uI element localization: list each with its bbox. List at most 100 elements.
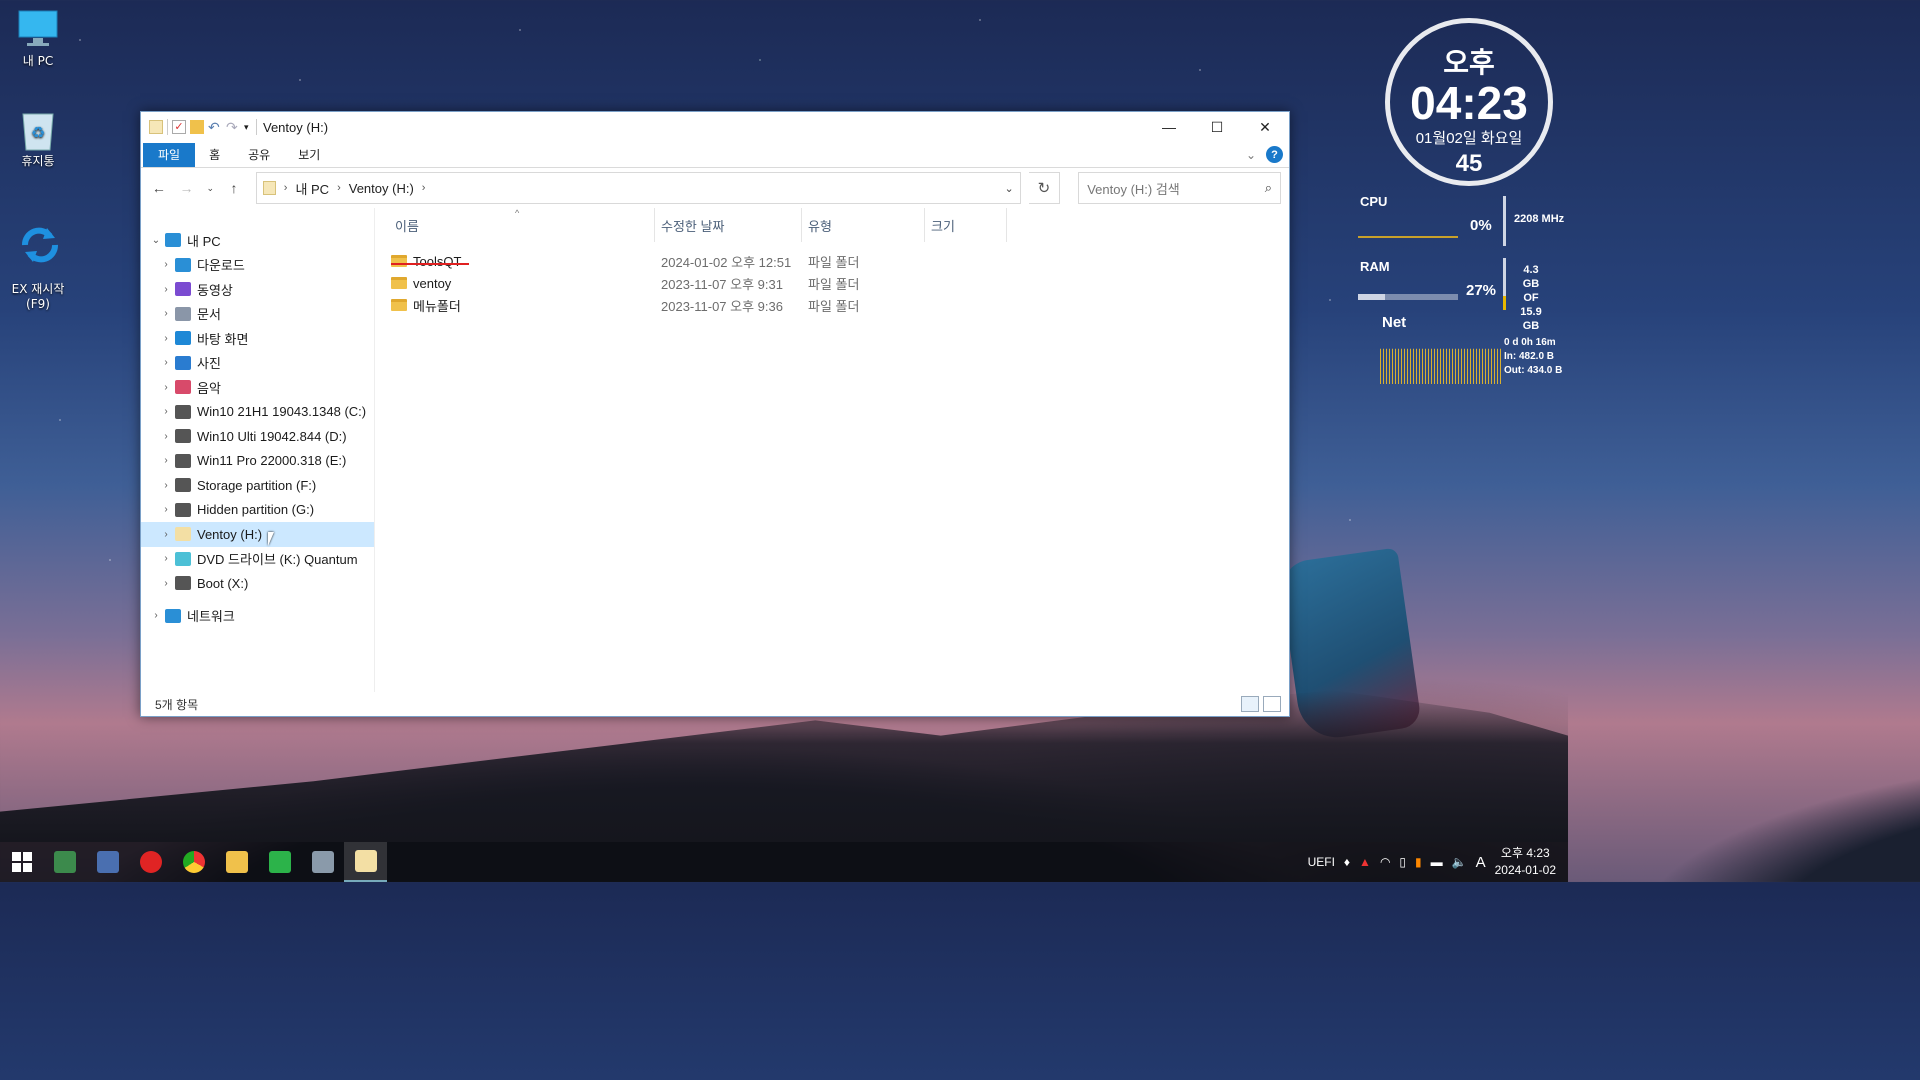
tree-item[interactable]: › 다운로드 <box>141 253 374 278</box>
ime-indicator[interactable]: A <box>1476 854 1486 871</box>
tree-item[interactable]: › Win10 21H1 19043.1348 (C:) <box>141 400 374 425</box>
file-row[interactable]: ToolsQT 2024-01-02 오후 12:51 파일 폴더 <box>375 250 1289 272</box>
forward-button[interactable]: → <box>177 180 197 196</box>
chevron-right-icon[interactable]: › <box>157 578 175 589</box>
clock-time: 04:23 <box>1410 77 1528 129</box>
usb-icon[interactable]: ▯ <box>1399 855 1406 869</box>
chevron-right-icon[interactable]: › <box>157 529 175 540</box>
tree-item-label: DVD 드라이브 (K:) Quantum <box>197 552 358 568</box>
drive-icon[interactable] <box>149 120 163 134</box>
wifi-icon[interactable]: ◠ <box>1380 855 1390 869</box>
chevron-right-icon[interactable]: › <box>157 504 175 515</box>
tree-item[interactable]: ⌄ 내 PC <box>141 228 374 253</box>
tab-file[interactable]: 파일 <box>143 142 196 167</box>
taskbar-rocket-icon[interactable] <box>301 842 344 882</box>
file-name: ToolsQT <box>413 253 462 269</box>
tree-item-icon <box>175 478 191 493</box>
taskbar-clock[interactable]: 오후 4:23 2024-01-02 <box>1495 845 1556 879</box>
start-button[interactable] <box>0 842 43 882</box>
battery-icon[interactable]: ▮ <box>1415 855 1422 869</box>
file-name: 메뉴폴더 <box>413 298 461 314</box>
close-button[interactable]: ✕ <box>1241 112 1289 142</box>
refresh-button[interactable]: ↻ <box>1028 172 1061 204</box>
chevron-right-icon[interactable]: › <box>157 480 175 491</box>
file-row[interactable]: 메뉴폴더 2023-11-07 오후 9:36 파일 폴더 <box>375 294 1289 316</box>
up-button[interactable]: ↑ <box>224 180 244 196</box>
chevron-right-icon[interactable]: › <box>157 333 175 344</box>
taskbar-power-icon[interactable] <box>129 842 172 882</box>
chevron-right-icon[interactable]: › <box>157 406 175 417</box>
taskbar-app-pc-tools[interactable] <box>86 842 129 882</box>
details-view-icon[interactable] <box>1241 696 1259 712</box>
tree-item[interactable]: › 문서 <box>141 302 374 327</box>
taskbar-ventoy-window[interactable] <box>344 842 387 882</box>
large-icons-view-icon[interactable] <box>1263 696 1281 712</box>
cpu-gauge <box>1503 196 1506 246</box>
chevron-down-icon[interactable]: ⌄ <box>147 235 165 246</box>
tree-item[interactable]: › 사진 <box>141 351 374 376</box>
tree-item[interactable]: › 네트워크 <box>141 604 374 629</box>
taskbar-chrome-icon[interactable] <box>172 842 215 882</box>
tray-uefi-label: UEFI <box>1307 855 1335 869</box>
tree-item[interactable]: › Boot (X:) <box>141 571 374 596</box>
back-button[interactable]: ← <box>149 180 169 196</box>
address-bar[interactable]: › 내 PC › Ventoy (H:) › ⌄ <box>255 172 1021 204</box>
desktop-icon-recycle-bin[interactable]: ♻ 휴지통 <box>3 108 73 169</box>
breadcrumb-my-pc[interactable]: 내 PC <box>295 179 329 198</box>
help-icon[interactable]: ? <box>1266 146 1283 163</box>
desktop-icon-ex-restart[interactable]: EX 재시작 (F9) <box>3 208 73 327</box>
file-row[interactable]: ventoy 2023-11-07 오후 9:31 파일 폴더 <box>375 272 1289 294</box>
chevron-right-icon[interactable]: › <box>157 284 175 295</box>
undo-icon[interactable]: ↶ <box>208 120 222 134</box>
desktop-icon-my-pc[interactable]: 내 PC <box>3 8 73 69</box>
customize-dropdown-icon[interactable]: ▾ <box>244 120 252 134</box>
tree-item[interactable]: › Win10 Ulti 19042.844 (D:) <box>141 424 374 449</box>
tree-item-label: Hidden partition (G:) <box>197 502 315 518</box>
properties-icon[interactable]: ✓ <box>172 120 186 134</box>
chevron-down-icon[interactable]: ⌄ <box>1005 182 1014 195</box>
chevron-right-icon[interactable]: › <box>157 553 175 564</box>
power-plug-icon[interactable]: ▬ <box>1431 855 1443 869</box>
file-list: ^ 이름 수정한 날짜 유형 크기 ToolsQT 2024-01-02 오후 1… <box>375 208 1289 692</box>
chevron-right-icon[interactable]: › <box>147 610 165 621</box>
maximize-button[interactable]: ☐ <box>1193 112 1241 142</box>
tree-item[interactable]: › 음악 <box>141 375 374 400</box>
tree-item[interactable]: › Hidden partition (G:) <box>141 498 374 523</box>
chevron-right-icon[interactable]: › <box>157 431 175 442</box>
minimize-button[interactable]: — <box>1145 112 1193 142</box>
tab-share[interactable]: 공유 <box>234 143 284 167</box>
ribbon-expand-icon[interactable]: ⌄ <box>1246 148 1256 162</box>
tree-item[interactable]: › DVD 드라이브 (K:) Quantum <box>141 547 374 572</box>
title-bar[interactable]: ✓ ↶ ↷ ▾ Ventoy (H:) — ☐ ✕ <box>141 112 1289 142</box>
nvidia-icon[interactable]: ▲ <box>1359 855 1371 869</box>
drop-icon[interactable]: ♦ <box>1344 855 1350 869</box>
tab-view[interactable]: 보기 <box>284 143 334 167</box>
chevron-right-icon[interactable]: › <box>157 259 175 270</box>
recent-dropdown-icon[interactable]: ⌄ <box>204 183 216 194</box>
search-input[interactable]: Ventoy (H:) 검색 <box>1087 179 1180 198</box>
tab-home[interactable]: 홈 <box>195 143 234 167</box>
chevron-right-icon[interactable]: › <box>284 182 288 194</box>
chevron-right-icon[interactable]: › <box>337 182 341 194</box>
chevron-right-icon[interactable]: › <box>157 382 175 393</box>
new-folder-icon[interactable] <box>190 120 204 134</box>
tree-item[interactable]: › 바탕 화면 <box>141 326 374 351</box>
tree-item[interactable]: › Ventoy (H:) <box>141 522 374 547</box>
tree-item[interactable]: › Storage partition (F:) <box>141 473 374 498</box>
chevron-right-icon[interactable]: › <box>422 182 426 194</box>
chevron-right-icon[interactable]: › <box>157 357 175 368</box>
search-box[interactable]: Ventoy (H:) 검색 ⌕ <box>1078 172 1281 204</box>
taskbar-app-hardware[interactable] <box>43 842 86 882</box>
tree-item[interactable]: › 동영상 <box>141 277 374 302</box>
breadcrumb-ventoy[interactable]: Ventoy (H:) <box>349 181 414 196</box>
tree-item[interactable]: › Win11 Pro 22000.318 (E:) <box>141 449 374 474</box>
volume-icon[interactable]: 🔈 <box>1452 855 1467 869</box>
chevron-right-icon[interactable]: › <box>157 308 175 319</box>
column-size[interactable]: 크기 <box>925 208 1007 242</box>
taskbar-app-green[interactable] <box>258 842 301 882</box>
taskbar-file-explorer-icon[interactable] <box>215 842 258 882</box>
redo-icon[interactable]: ↷ <box>226 120 240 134</box>
chevron-right-icon[interactable]: › <box>157 455 175 466</box>
column-type[interactable]: 유형 <box>802 208 925 242</box>
column-date[interactable]: 수정한 날짜 <box>655 208 802 242</box>
